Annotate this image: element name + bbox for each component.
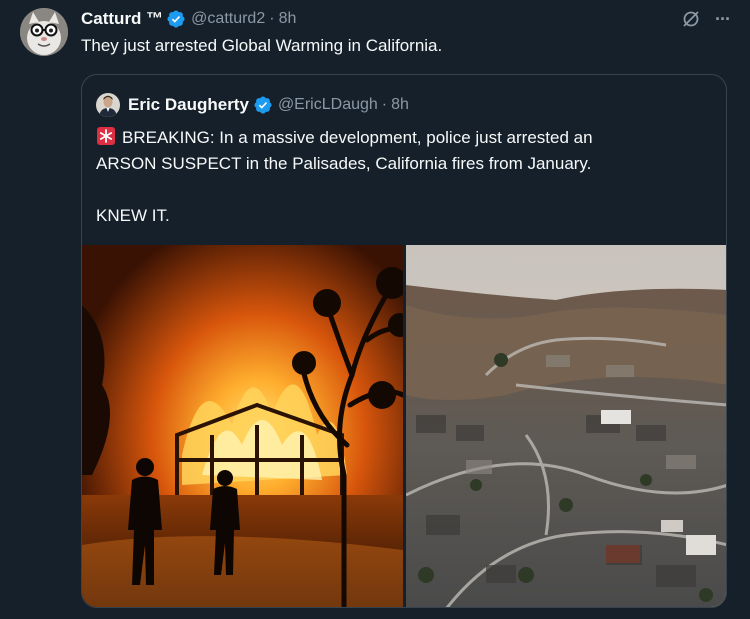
quoted-author-handle[interactable]: @EricLDaugh — [278, 96, 378, 114]
tweet-header: Catturd ™ @catturd2 · 8h — [81, 8, 296, 30]
verified-badge-icon[interactable] — [253, 95, 273, 115]
siren-emoji-icon — [96, 126, 116, 146]
house-fire-photo[interactable] — [82, 245, 403, 607]
quoted-text-line-2: ARSON SUSPECT in the Palisades, Californ… — [96, 154, 592, 173]
quoted-tweet-text: BREAKING: In a massive development, poli… — [96, 125, 696, 229]
burned-neighborhood-aerial-photo[interactable] — [406, 245, 726, 607]
quoted-text-line-1: BREAKING: In a massive development, poli… — [122, 128, 593, 147]
quoted-author-name[interactable]: Eric Daugherty — [128, 95, 249, 115]
author-avatar[interactable] — [20, 8, 68, 56]
separator-dot: · — [381, 96, 388, 113]
more-icon[interactable]: ··· — [715, 9, 731, 29]
tweet[interactable]: Catturd ™ @catturd2 · 8h ··· They just a… — [0, 0, 750, 619]
quoted-tweet-header: Eric Daugherty @EricLDaugh · 8h — [96, 93, 409, 117]
media-grid — [82, 245, 726, 607]
tweet-timestamp[interactable]: 8h — [279, 10, 297, 28]
author-handle[interactable]: @catturd2 — [191, 10, 265, 28]
quoted-tweet[interactable]: Eric Daugherty @EricLDaugh · 8h BREAKING… — [81, 74, 727, 608]
quoted-author-avatar[interactable] — [96, 93, 120, 117]
quoted-text-line-3: KNEW IT. — [96, 206, 170, 225]
separator-dot: · — [269, 10, 275, 27]
tweet-actions: ··· — [681, 9, 731, 29]
tweet-text: They just arrested Global Warming in Cal… — [81, 36, 443, 55]
author-name[interactable]: Catturd ™ — [81, 9, 163, 29]
grok-icon[interactable] — [681, 9, 701, 29]
verified-badge-icon[interactable] — [166, 9, 186, 29]
quoted-tweet-timestamp[interactable]: 8h — [391, 96, 409, 114]
